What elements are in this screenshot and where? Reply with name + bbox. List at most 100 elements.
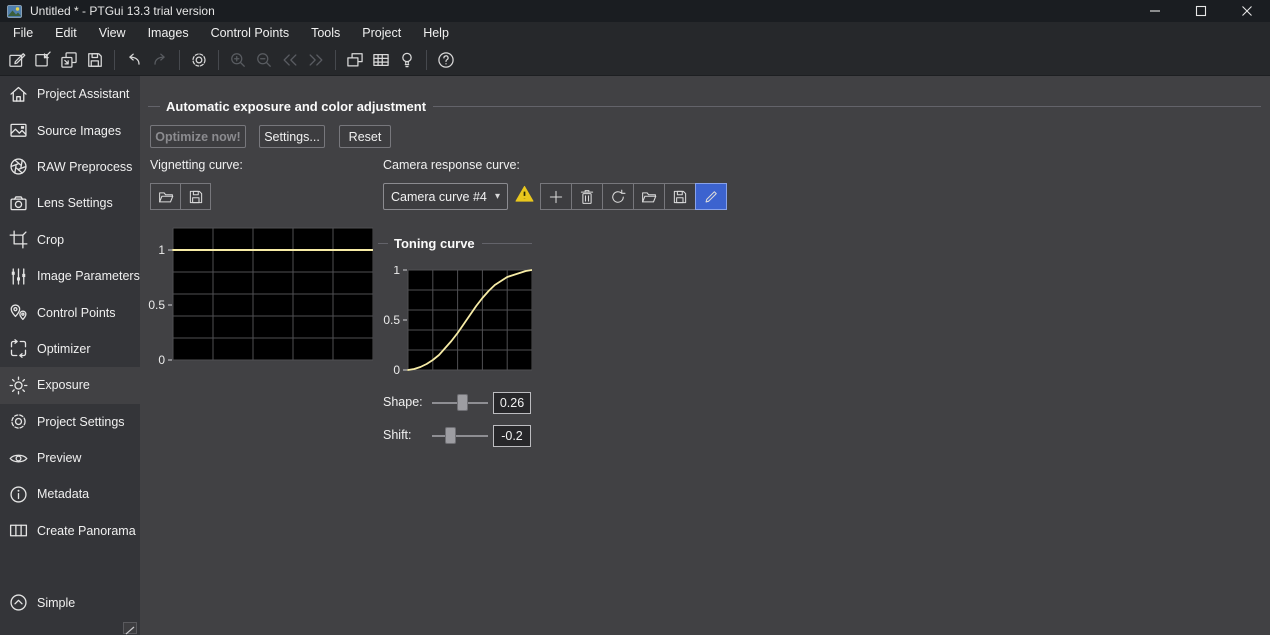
menubar: File Edit View Images Control Points Too…: [0, 22, 1270, 45]
circle-chevron-up-icon: [8, 592, 29, 613]
sidebar-item-project-settings[interactable]: Project Settings: [0, 404, 140, 440]
titlebar: Untitled * - PTGui 13.3 trial version: [0, 0, 1270, 22]
svg-text:1: 1: [158, 243, 165, 257]
group-line: [148, 106, 160, 107]
help-icon[interactable]: [433, 47, 459, 73]
shift-value-input[interactable]: [493, 425, 531, 447]
menu-view[interactable]: View: [88, 22, 137, 45]
ptgui-window: Untitled * - PTGui 13.3 trial version Fi…: [0, 0, 1270, 635]
shift-slider-handle[interactable]: [445, 427, 456, 444]
window-title: Untitled * - PTGui 13.3 trial version: [30, 4, 215, 18]
sidebar-item-image-parameters[interactable]: Image Parameters: [0, 258, 140, 294]
sidebar-item-raw-preprocess[interactable]: RAW Preprocess: [0, 149, 140, 185]
reset-button[interactable]: Reset: [339, 125, 391, 148]
vignetting-open-icon[interactable]: [150, 183, 181, 210]
group-line: [378, 243, 388, 244]
toolbar-separator: [426, 50, 427, 70]
chevron-down-icon: ▾: [495, 191, 500, 202]
aperture-icon: [8, 156, 29, 177]
save-as-template-icon[interactable]: [56, 47, 82, 73]
sidebar-item-label: Crop: [37, 233, 64, 247]
svg-text:0: 0: [158, 353, 165, 365]
vignetting-save-icon[interactable]: [180, 183, 211, 210]
toning-curve-chart[interactable]: 00.51: [382, 266, 532, 375]
sidebar-item-source-images[interactable]: Source Images: [0, 112, 140, 148]
sidebar-item-exposure[interactable]: Exposure: [0, 367, 140, 403]
sidebar-item-metadata[interactable]: Metadata: [0, 476, 140, 512]
menu-help[interactable]: Help: [412, 22, 460, 45]
shape-label: Shape:: [383, 395, 423, 409]
camera-curve-dropdown[interactable]: Camera curve #4 ▾: [383, 183, 508, 210]
panorama-editor-icon[interactable]: [342, 47, 368, 73]
settings-button[interactable]: Settings...: [259, 125, 325, 148]
save-curve-icon[interactable]: [664, 183, 696, 210]
menu-tools[interactable]: Tools: [300, 22, 351, 45]
sidebar-item-label: Simple: [37, 596, 75, 610]
toning-curve-header: Toning curve: [378, 236, 532, 251]
toning-curve-title: Toning curve: [394, 236, 475, 251]
save-icon[interactable]: [82, 47, 108, 73]
svg-text:0.5: 0.5: [383, 313, 400, 327]
shape-slider-handle[interactable]: [457, 394, 468, 411]
sidebar-item-label: Create Panorama: [37, 524, 136, 538]
add-curve-icon[interactable]: [540, 183, 572, 210]
sidebar: Project Assistant Source Images RAW Prep…: [0, 76, 140, 635]
delete-curve-icon[interactable]: [571, 183, 603, 210]
sidebar-item-label: Project Settings: [37, 415, 125, 429]
exposure-panel: Automatic exposure and color adjustment …: [140, 76, 1270, 635]
edit-curve-icon[interactable]: [695, 183, 727, 210]
new-project-icon[interactable]: [4, 47, 30, 73]
undo-icon[interactable]: [121, 47, 147, 73]
shift-slider-track[interactable]: [432, 435, 488, 437]
sidebar-item-optimizer[interactable]: Optimizer: [0, 331, 140, 367]
toolbar: [0, 45, 1270, 76]
sliders-icon: [8, 266, 29, 287]
close-icon[interactable]: [1224, 0, 1270, 22]
minimize-icon[interactable]: [1132, 0, 1178, 22]
panorama-icon: [8, 520, 29, 541]
menu-project[interactable]: Project: [351, 22, 412, 45]
section-title: Automatic exposure and color adjustment: [166, 99, 426, 114]
detail-viewer-icon[interactable]: [368, 47, 394, 73]
sidebar-item-lens-settings[interactable]: Lens Settings: [0, 185, 140, 221]
svg-text:0.5: 0.5: [148, 298, 165, 312]
sidebar-item-simple[interactable]: Simple: [0, 585, 140, 621]
shape-value-input[interactable]: [493, 392, 531, 414]
crop-icon: [8, 229, 29, 250]
sidebar-item-crop[interactable]: Crop: [0, 222, 140, 258]
maximize-icon[interactable]: [1178, 0, 1224, 22]
sidebar-item-control-points[interactable]: Control Points: [0, 294, 140, 330]
menu-file[interactable]: File: [2, 22, 44, 45]
menu-images[interactable]: Images: [137, 22, 200, 45]
info-circle-icon: [8, 484, 29, 505]
section-header: Automatic exposure and color adjustment: [148, 99, 1266, 114]
optimize-now-button[interactable]: Optimize now!: [150, 125, 246, 148]
light-bulb-icon[interactable]: [394, 47, 420, 73]
open-curve-icon[interactable]: [633, 183, 665, 210]
camera-response-curve-label: Camera response curve:: [383, 158, 520, 172]
menu-edit[interactable]: Edit: [44, 22, 88, 45]
shift-label: Shift:: [383, 428, 412, 442]
sidebar-item-create-panorama[interactable]: Create Panorama: [0, 513, 140, 549]
shape-row: Shape:: [383, 392, 683, 414]
group-line: [482, 243, 532, 244]
sidebar-item-project-assistant[interactable]: Project Assistant: [0, 76, 140, 112]
sun-icon: [8, 375, 29, 396]
shift-row: Shift:: [383, 425, 683, 447]
sidebar-item-label: Control Points: [37, 306, 116, 320]
redo-icon: [147, 47, 173, 73]
reset-curve-icon[interactable]: [602, 183, 634, 210]
sidebar-item-label: Optimizer: [37, 342, 90, 356]
open-project-icon[interactable]: [30, 47, 56, 73]
menu-control-points[interactable]: Control Points: [200, 22, 301, 45]
zoom-out-icon: [251, 47, 277, 73]
sidebar-resize-grip[interactable]: [123, 622, 137, 634]
sidebar-item-label: Source Images: [37, 124, 121, 138]
next-image-icon: [303, 47, 329, 73]
sidebar-item-label: RAW Preprocess: [37, 160, 132, 174]
vignetting-file-buttons: [150, 183, 211, 210]
eye-icon: [8, 448, 29, 469]
sidebar-item-preview[interactable]: Preview: [0, 440, 140, 476]
preferences-gear-icon[interactable]: [186, 47, 212, 73]
sidebar-item-label: Project Assistant: [37, 87, 129, 101]
